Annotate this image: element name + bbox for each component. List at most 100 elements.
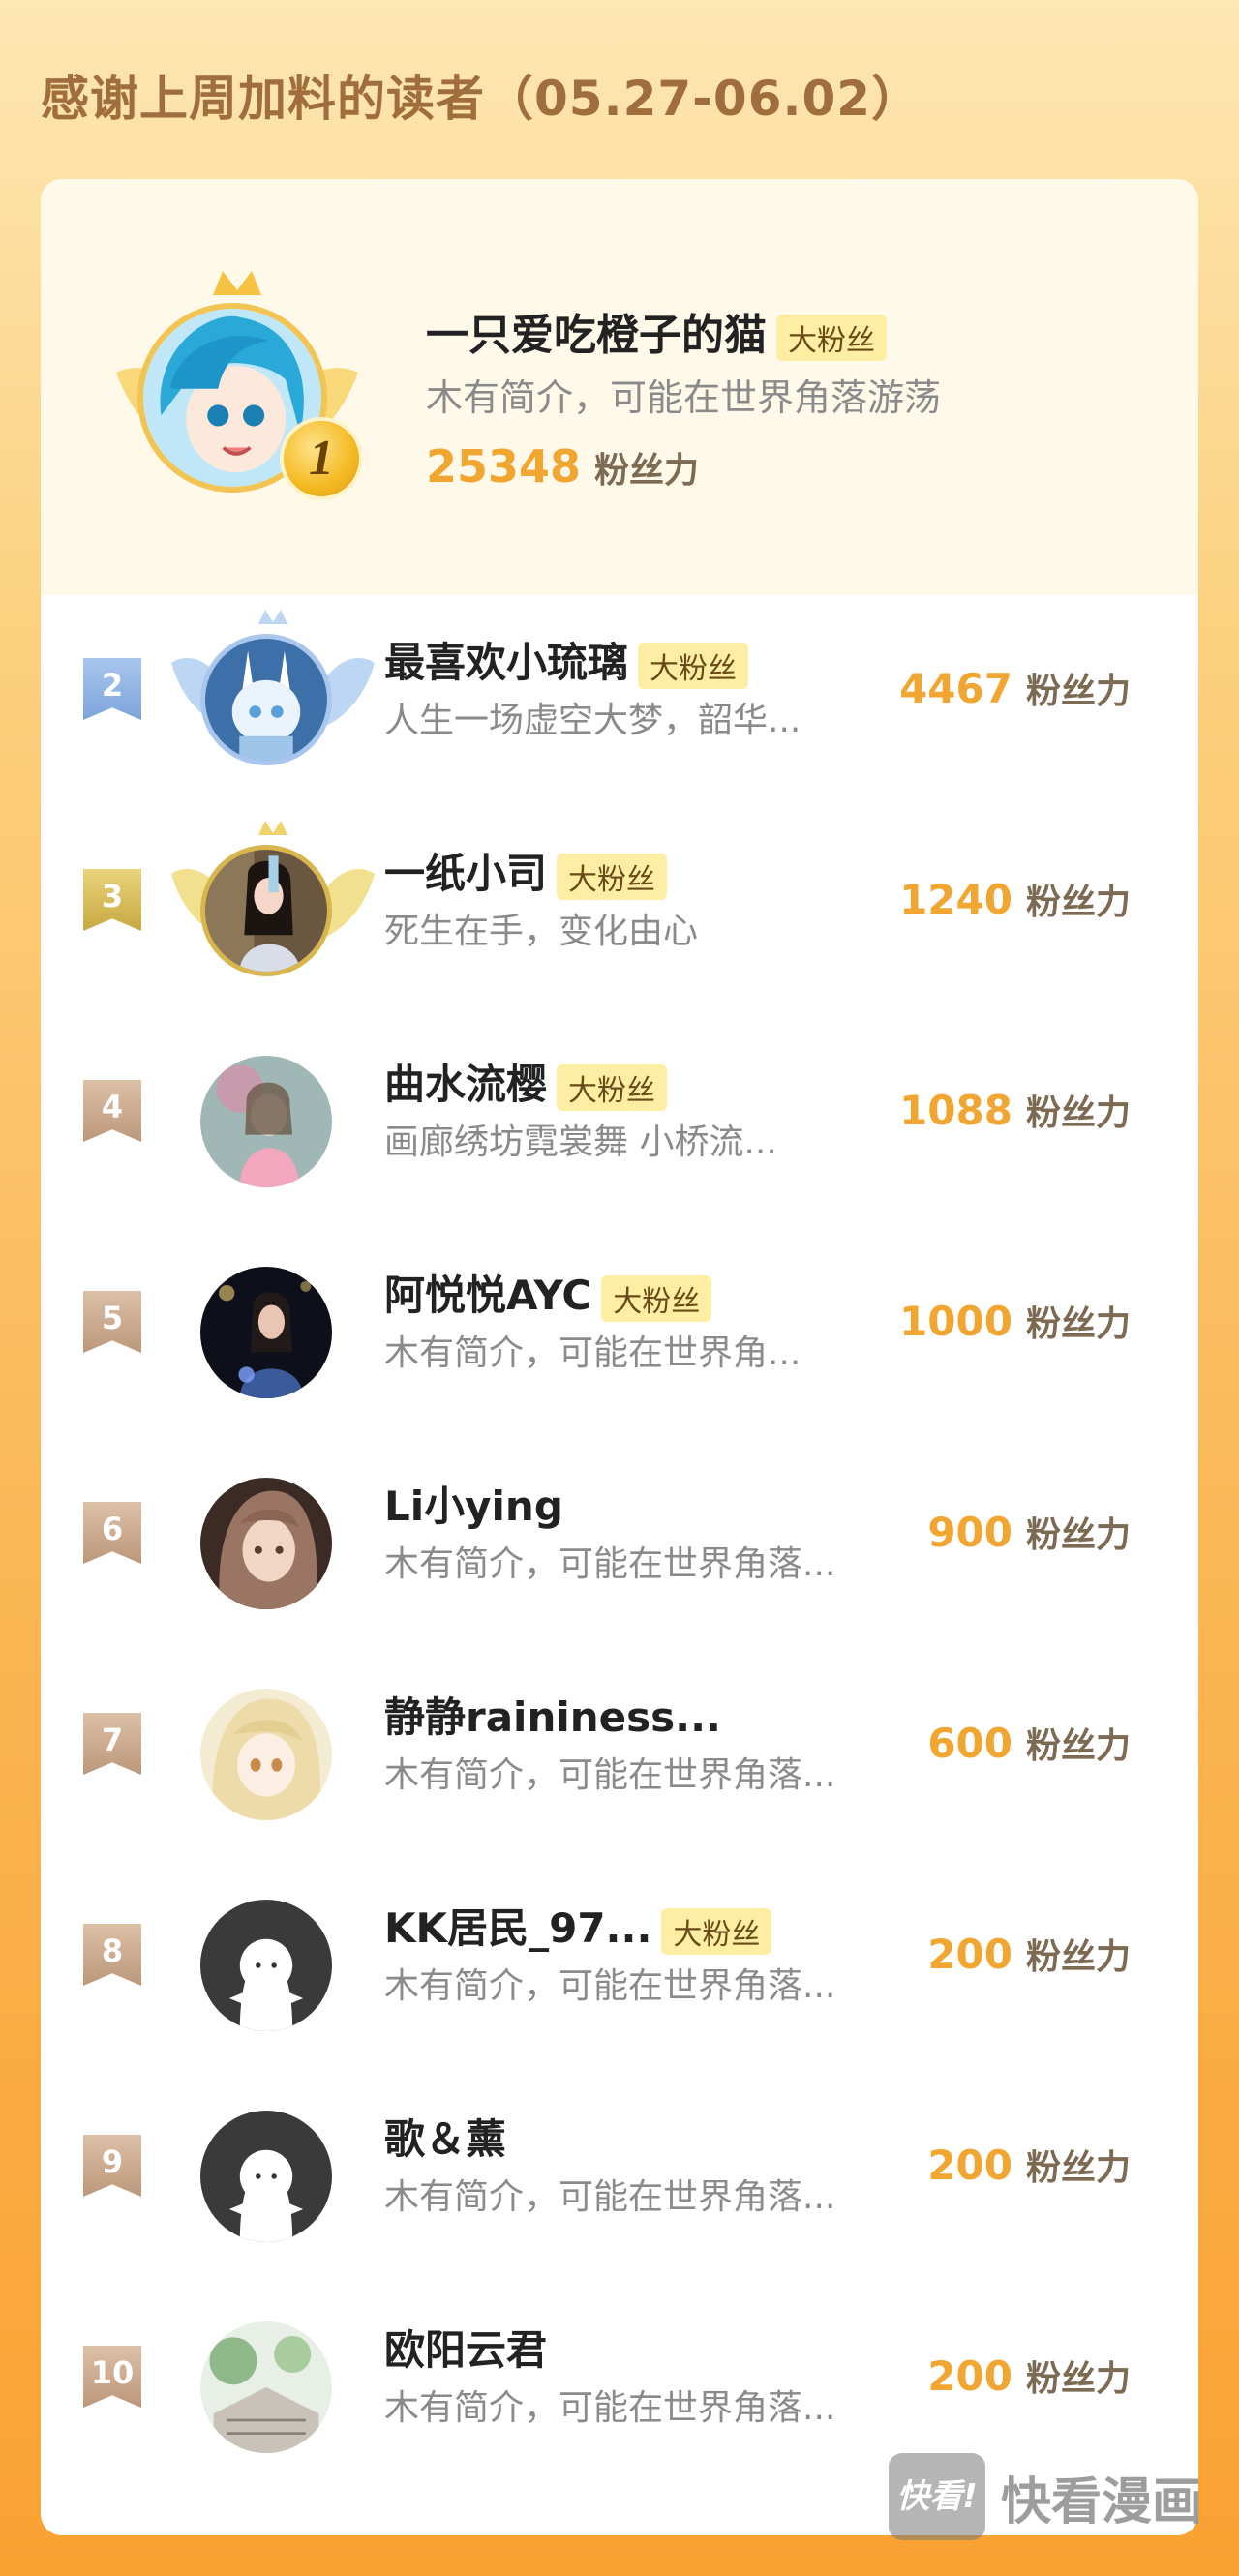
score-value: 25348 (426, 440, 582, 493)
user-name: 一只爱吃橙子的猫 (426, 311, 767, 360)
avatar[interactable] (200, 1056, 332, 1187)
fan-power-score: 1000 粉丝力 (899, 1296, 1131, 1346)
user-bio: 木有简介，可能在世界角落... (384, 1755, 836, 1795)
list-item[interactable]: 7 静静raininess... 木有简介，可能在世界角落... 600 粉丝力 (41, 1650, 1198, 1861)
user-bio: 死生在手，变化由心 (384, 912, 699, 951)
user-bio: 木有简介，可能在世界角落游荡 (426, 376, 942, 419)
user-name-line: 静静raininess... (384, 1685, 721, 1744)
fan-power-score: 200 粉丝力 (927, 2140, 1131, 2190)
app-logo-icon: 快看! (889, 2453, 985, 2540)
rank-flag: 6 (83, 1502, 141, 1564)
user-bio: 木有简介，可能在世界角落... (384, 1544, 836, 1584)
avatar[interactable] (200, 1478, 332, 1609)
score-value: 1240 (899, 876, 1012, 923)
rank-flag: 2 (83, 658, 141, 720)
score-unit: 粉丝力 (1025, 1093, 1131, 1133)
user-name: Li小ying (384, 1483, 563, 1530)
user-name: 阿悦悦AYC (384, 1272, 592, 1319)
rank-flag: 3 (83, 869, 141, 931)
night-portrait-icon (200, 1267, 332, 1398)
score-value: 1088 (899, 1087, 1012, 1134)
score-value: 600 (927, 1720, 1012, 1767)
fan-badge: 大粉丝 (661, 1907, 772, 1955)
list-item[interactable]: 5 阿悦悦AYC 大粉丝 木有简介，可能在世界角... 1000 粉丝力 (41, 1228, 1198, 1439)
score-unit: 粉丝力 (1025, 672, 1131, 711)
app-name: 快看漫画 (1001, 2472, 1203, 2531)
score-value: 4467 (899, 665, 1012, 712)
portrait-photo-icon (205, 850, 327, 972)
avatar[interactable] (200, 1267, 332, 1398)
avatar[interactable] (200, 2111, 332, 2242)
score-unit: 粉丝力 (1025, 883, 1131, 922)
user-name: 曲水流樱 (384, 1061, 548, 1108)
avatar[interactable] (200, 2321, 332, 2453)
user-name: 欧阳云君 (384, 2326, 548, 2374)
avatar[interactable] (200, 845, 332, 976)
fan-power-score: 25348 粉丝力 (426, 440, 699, 493)
rank-flag: 5 (83, 1291, 141, 1353)
anime-brown-hair-girl-icon (200, 1478, 332, 1609)
page-title: 感谢上周加料的读者（05.27-06.02） (41, 71, 922, 127)
avatar[interactable] (200, 1689, 332, 1820)
fan-power-score: 900 粉丝力 (927, 1507, 1131, 1557)
fan-badge: 大粉丝 (601, 1274, 712, 1322)
fan-power-score: 1240 粉丝力 (899, 874, 1131, 924)
chibi-bunny-girl-icon (205, 639, 327, 761)
user-bio: 木有简介，可能在世界角落... (384, 2177, 836, 2217)
fan-power-score: 1088 粉丝力 (899, 1085, 1131, 1135)
score-unit: 粉丝力 (1025, 1726, 1131, 1766)
score-unit: 粉丝力 (1025, 1515, 1131, 1555)
user-name-line: 最喜欢小琉璃 大粉丝 (384, 630, 749, 689)
user-bio: 人生一场虚空大梦，韶华... (384, 701, 801, 740)
avatar[interactable] (200, 634, 332, 765)
score-value: 900 (927, 1509, 1012, 1556)
score-value: 200 (927, 2142, 1012, 2189)
fan-badge: 大粉丝 (557, 853, 668, 900)
list-item[interactable]: 9 歌＆薰 木有简介，可能在世界角落... 200 粉丝力 (41, 2072, 1198, 2283)
user-name: 一纸小司 (384, 850, 548, 897)
user-name-line: Li小ying (384, 1474, 563, 1533)
user-name: KK居民_97... (384, 1904, 652, 1952)
user-name-line: 阿悦悦AYC 大粉丝 (384, 1263, 712, 1322)
app-watermark: 快看! 快看漫画 (889, 2448, 1218, 2545)
rank-flag: 10 (83, 2346, 141, 2408)
user-name-line: 曲水流樱 大粉丝 (384, 1052, 668, 1111)
user-bio: 木有简介，可能在世界角落... (384, 1966, 836, 2006)
score-value: 1000 (899, 1298, 1012, 1345)
avatar[interactable] (200, 1900, 332, 2031)
rank-flag: 8 (83, 1924, 141, 1986)
user-bio: 画廊绣坊霓裳舞 小桥流... (384, 1123, 777, 1162)
fan-power-score: 200 粉丝力 (927, 1929, 1131, 1979)
fan-badge: 大粉丝 (776, 315, 887, 361)
rank-flag: 9 (83, 2135, 141, 2197)
list-item[interactable]: 8 KK居民_97... 大粉丝 木有简介，可能在世界角落... 200 粉丝力 (41, 1861, 1198, 2072)
fan-power-score: 600 粉丝力 (927, 1718, 1131, 1768)
anime-fairy-icon (200, 1056, 332, 1187)
score-unit: 粉丝力 (1025, 1304, 1131, 1344)
fan-badge: 大粉丝 (638, 642, 749, 689)
user-name: 歌＆薰 (384, 2115, 507, 2163)
top-fan-section[interactable]: 1 一只爱吃橙子的猫 大粉丝 木有简介，可能在世界角落游荡 25348 粉丝力 (41, 179, 1198, 595)
score-unit: 粉丝力 (1025, 2359, 1131, 2399)
fan-power-score: 200 粉丝力 (927, 2351, 1131, 2401)
rank-1-medal: 1 (280, 417, 363, 500)
list-item[interactable]: 4 曲水流樱 大粉丝 画廊绣坊霓裳舞 小桥流... 1088 粉丝力 (41, 1017, 1198, 1228)
user-bio: 木有简介，可能在世界角落... (384, 2388, 836, 2428)
user-bio: 木有简介，可能在世界角... (384, 1333, 801, 1373)
top-fan-name[interactable]: 一只爱吃橙子的猫 大粉丝 (426, 300, 887, 362)
score-unit: 粉丝力 (1025, 1937, 1131, 1977)
user-name: 最喜欢小琉璃 (384, 639, 629, 686)
default-avatar-icon (200, 1900, 332, 2031)
rank-flag: 4 (83, 1080, 141, 1142)
landscape-sketch-icon (200, 2321, 332, 2453)
score-unit: 粉丝力 (1025, 2148, 1131, 2188)
user-name-line: KK居民_97... 大粉丝 (384, 1896, 772, 1955)
list-item[interactable]: 2 最喜欢小琉璃 大粉丝 人生一场虚空大梦，韶华... 4467 粉丝力 (41, 595, 1198, 806)
list-item[interactable]: 3 一纸小司 大粉丝 死生在手，变化由心 1240 粉丝力 (41, 806, 1198, 1017)
list-item[interactable]: 6 Li小ying 木有简介，可能在世界角落... 900 粉丝力 (41, 1439, 1198, 1650)
user-name-line: 歌＆薰 (384, 2107, 506, 2166)
score-value: 200 (927, 1931, 1012, 1978)
user-name-line: 一纸小司 大粉丝 (384, 841, 668, 900)
score-unit: 粉丝力 (594, 451, 700, 491)
default-avatar-icon (200, 2111, 332, 2242)
